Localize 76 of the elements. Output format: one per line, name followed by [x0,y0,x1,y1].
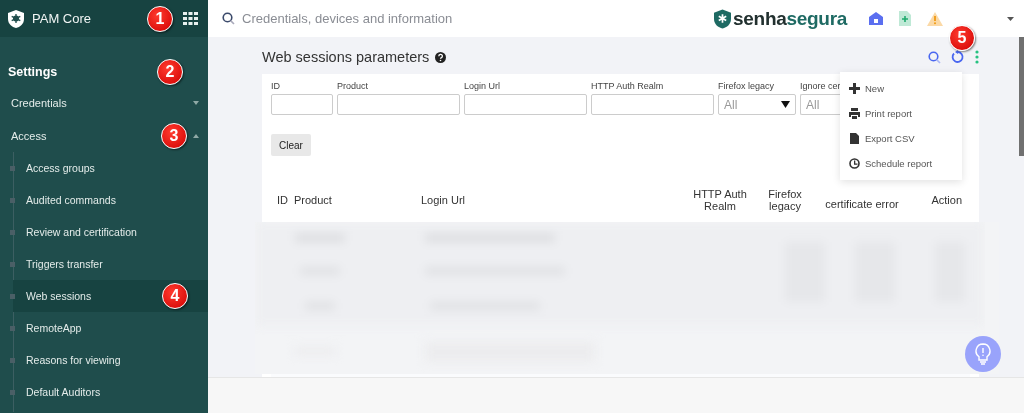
file-icon [849,133,860,144]
sidebar-subitem[interactable]: Triggers transfer [13,248,208,280]
bullet-icon [10,358,15,363]
bullet-icon [10,166,15,171]
clear-button[interactable]: Clear [271,134,311,156]
filter-label: ID [271,81,280,91]
sidebar-item-label: Credentials [11,96,68,109]
sidebar-subitem-label: Default Auditors [26,386,102,398]
shield-logo-icon [714,8,732,29]
sidebar-subitem[interactable]: Reasons for viewing [13,344,208,376]
menu-item[interactable]: Export CSV [840,126,962,151]
dropdown-arrow-icon [781,101,790,108]
filter-label: Firefox legacy [718,81,775,91]
bullet-icon [10,230,15,235]
callout-badge: 4 [162,283,188,309]
filter-input-field[interactable] [271,94,333,115]
callout-badge: 3 [161,122,187,149]
filter-input-field[interactable] [464,94,587,115]
menu-item[interactable]: Schedule report [840,151,962,176]
filter-input-field[interactable] [591,94,714,115]
sidebar-subitem[interactable]: Audited commands [13,184,208,216]
sidebar-subitem-label: Review and certification [26,226,138,238]
column-header: certificate error [824,197,900,210]
menu-item[interactable]: Print report [840,101,962,126]
file-plus-icon[interactable] [899,11,911,26]
column-header: Action [930,194,963,206]
caret-icon[interactable] [1007,16,1014,21]
sidebar-item-label: Access [11,129,48,142]
sidebar-subitem-label: Access groups [26,162,96,174]
sidebar-item[interactable]: Credentials [0,86,208,119]
home-icon[interactable] [869,12,883,25]
sidebar-item[interactable]: Access 3 [0,119,208,152]
callout-badge: 1 [147,5,173,32]
printer-icon [849,108,860,119]
column-header: ID [277,194,289,206]
sidebar-subitem[interactable]: RemoteApp [13,312,208,344]
bullet-icon [10,294,15,299]
search-icon [222,12,235,25]
sidebar-subitem[interactable]: Access groups [13,152,208,184]
app-title: PAM Core [32,11,92,26]
page-title: Web sessions parameters [262,49,430,65]
sidebar-subitem[interactable]: Web sessions 4 [13,280,208,312]
sidebar-subitem-label: Audited commands [26,194,117,206]
bullet-icon [10,390,15,395]
brand-wordmark: senhasegura [733,7,847,30]
kebab-menu-icon[interactable] [975,50,979,64]
callout-badge: 2 [157,59,183,85]
sidebar-heading: Settings [8,65,59,79]
sidebar-subitem-label: Web sessions [26,290,93,302]
shield-logo-icon [8,9,24,28]
menu-item[interactable]: New [840,76,962,101]
filter-input-field[interactable] [337,94,460,115]
column-header: Product [294,194,333,206]
sidebar-subitem-label: Reasons for viewing [26,354,122,366]
sidebar-subitem-label: Triggers transfer [26,258,104,270]
plus-icon [849,83,860,94]
help-icon[interactable] [435,51,447,63]
column-header: Firefox legacy [767,188,803,212]
warning-icon[interactable] [927,11,943,26]
bullet-icon [10,262,15,267]
bullet-icon [10,198,15,203]
search-icon[interactable] [928,50,941,64]
clock-icon [849,158,860,169]
filter-label: Login Url [464,81,501,91]
sidebar-subitem-label: RemoteApp [26,322,83,334]
refresh-icon[interactable] [951,50,965,64]
apps-grid-icon[interactable] [183,12,198,25]
sidebar-subitem[interactable]: Review and certification [13,216,208,248]
sidebar-subitem[interactable]: Default Auditors [13,376,208,408]
filter-label: HTTP Auth Realm [591,81,664,91]
filter-label: Ignore cer [800,81,841,91]
column-header: Login Url [421,194,467,206]
column-header: HTTP Auth Realm [692,188,748,212]
bullet-icon [10,326,15,331]
lightbulb-icon [975,343,991,365]
filter-label: Product [337,81,369,91]
